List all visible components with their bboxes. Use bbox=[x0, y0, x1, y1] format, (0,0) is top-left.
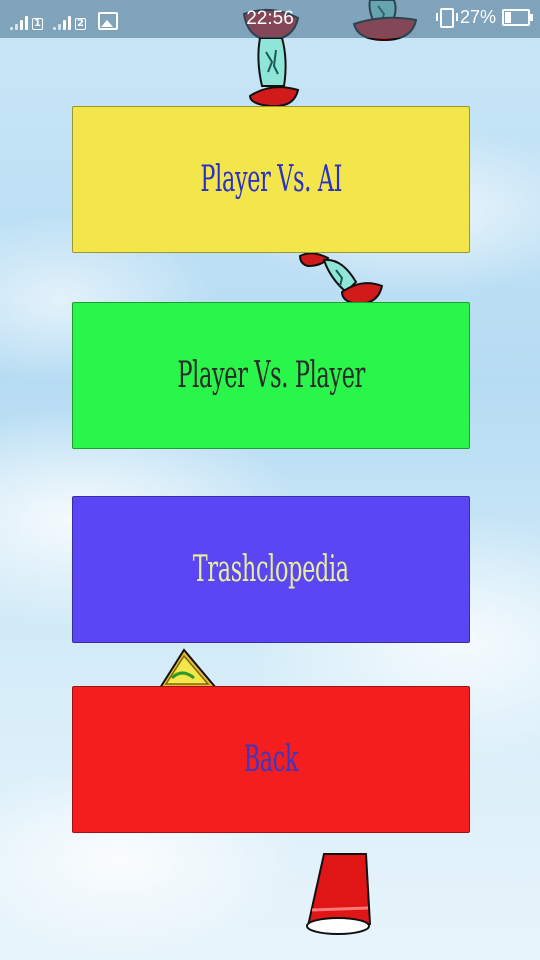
back-button[interactable]: Back bbox=[72, 686, 470, 833]
battery-icon bbox=[502, 9, 533, 26]
back-label: Back bbox=[243, 739, 299, 780]
sandwich-icon bbox=[158, 648, 219, 689]
red-cup-icon bbox=[306, 853, 372, 935]
battery-percent: 27% bbox=[459, 7, 496, 27]
trashclopedia-button[interactable]: Trashclopedia bbox=[72, 496, 470, 643]
player-vs-player-button[interactable]: Player Vs. Player bbox=[72, 302, 470, 449]
vibrate-icon bbox=[435, 7, 458, 28]
player-vs-ai-button[interactable]: Player Vs. AI bbox=[72, 106, 470, 253]
status-right-icons: 27% bbox=[435, 7, 533, 28]
player-vs-ai-label: Player Vs. AI bbox=[200, 159, 342, 200]
status-bar: 1 2 22:56 27% bbox=[0, 0, 540, 38]
apple-core-icon bbox=[298, 252, 384, 304]
trashclopedia-label: Trashclopedia bbox=[193, 549, 349, 590]
player-vs-player-label: Player Vs. Player bbox=[177, 355, 365, 396]
